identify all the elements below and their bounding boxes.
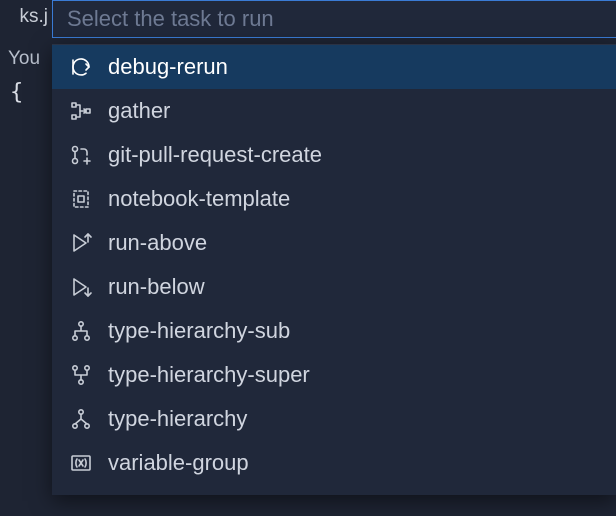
palette-item-type-hierarchy-sub[interactable]: type-hierarchy-sub [52,309,616,353]
run-below-icon [68,274,94,300]
palette-item-label: type-hierarchy [108,406,247,432]
gather-icon [68,98,94,124]
palette-item-variable-group[interactable]: variable-group [52,441,616,485]
palette-item-label: run-above [108,230,207,256]
palette-item-git-pull-request-create[interactable]: git-pull-request-create [52,133,616,177]
type-hier-sub-icon [68,318,94,344]
palette-item-gather[interactable]: gather [52,89,616,133]
notebook-template-icon [68,186,94,212]
type-hier-icon [68,406,94,432]
palette-item-run-above[interactable]: run-above [52,221,616,265]
palette-item-label: run-below [108,274,205,300]
debug-rerun-icon [68,54,94,80]
palette-item-label: variable-group [108,450,249,476]
editor-brace: { [10,80,23,105]
palette-list: debug-rerun gather git-pull-request-create… [52,44,616,495]
task-search-input[interactable] [52,0,616,38]
palette-item-label: git-pull-request-create [108,142,322,168]
run-above-icon [68,230,94,256]
command-palette: debug-rerun gather git-pull-request-create… [52,0,616,495]
type-hier-super-icon [68,362,94,388]
palette-item-type-hierarchy-super[interactable]: type-hierarchy-super [52,353,616,397]
editor-text-fragment: You [8,48,40,70]
palette-item-label: gather [108,98,170,124]
palette-item-label: type-hierarchy-sub [108,318,290,344]
tab-label-fragment: ks.j [0,0,52,38]
palette-item-notebook-template[interactable]: notebook-template [52,177,616,221]
variable-group-icon [68,450,94,476]
palette-item-label: debug-rerun [108,54,228,80]
palette-item-label: notebook-template [108,186,290,212]
palette-input-wrap [52,0,616,38]
git-pr-create-icon [68,142,94,168]
palette-item-type-hierarchy[interactable]: type-hierarchy [52,397,616,441]
palette-item-debug-rerun[interactable]: debug-rerun [52,45,616,89]
palette-item-label: type-hierarchy-super [108,362,310,388]
palette-item-run-below[interactable]: run-below [52,265,616,309]
